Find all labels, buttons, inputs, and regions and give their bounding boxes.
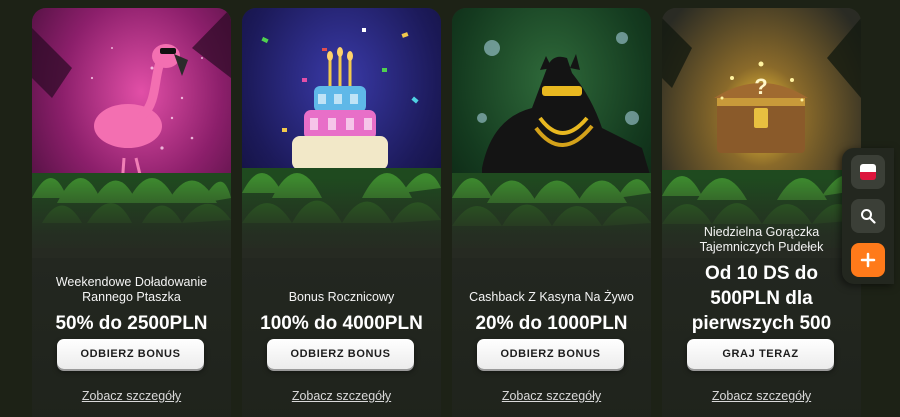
plus-icon <box>860 252 876 268</box>
claim-bonus-button[interactable]: ODBIERZ BONUS <box>57 339 204 369</box>
add-button[interactable] <box>851 243 885 277</box>
promo-subtitle: Weekendowe Doładowanie Rannego Ptaszka <box>55 275 208 304</box>
promo-subtitle: Bonus Rocznicowy <box>288 290 395 304</box>
see-details-link[interactable]: Zobacz szczegóły <box>452 389 651 403</box>
see-details-link[interactable]: Zobacz szczegóły <box>242 389 441 403</box>
promotions-grid: Weekendowe Doładowanie Rannego Ptaszka 5… <box>0 0 900 417</box>
promo-headline: 50% do 2500PLN <box>55 313 208 334</box>
play-now-button[interactable]: GRAJ TERAZ <box>687 339 834 369</box>
promo-subtitle: Cashback Z Kasyna Na Żywo <box>469 290 634 304</box>
search-button[interactable] <box>851 199 885 233</box>
see-details-link[interactable]: Zobacz szczegóły <box>32 389 231 403</box>
search-icon <box>861 209 876 224</box>
claim-bonus-button[interactable]: ODBIERZ BONUS <box>477 339 624 369</box>
promo-headline: 100% do 4000PLN <box>260 313 423 334</box>
promo-card-live-cashback: Cashback Z Kasyna Na Żywo 20% do 1000PLN… <box>452 8 651 417</box>
promo-subtitle: Niedzielna Gorączka Tajemniczych Pudełek <box>699 225 824 254</box>
claim-bonus-button[interactable]: ODBIERZ BONUS <box>267 339 414 369</box>
side-action-panel <box>842 148 894 284</box>
promo-card-anniversary: Bonus Rocznicowy 100% do 4000PLN ODBIERZ… <box>242 8 441 417</box>
language-selector-button[interactable] <box>851 155 885 189</box>
promo-text: Cashback Z Kasyna Na Żywo 20% do 1000PLN <box>462 218 641 338</box>
promo-headline: Od 10 DS do 500PLN dla pierwszych 500 <box>691 263 832 334</box>
see-details-link[interactable]: Zobacz szczegóły <box>662 389 861 403</box>
promo-text: Niedzielna Gorączka Tajemniczych Pudełek… <box>672 218 851 338</box>
promo-headline: 20% do 1000PLN <box>475 313 628 334</box>
promo-card-mystery-box: ? Niedzielna Gorączka Tajemniczych Pudeł… <box>662 8 861 417</box>
svg-text:?: ? <box>754 74 767 99</box>
promo-card-early-bird: Weekendowe Doładowanie Rannego Ptaszka 5… <box>32 8 231 417</box>
promo-text: Weekendowe Doładowanie Rannego Ptaszka 5… <box>42 218 221 338</box>
poland-flag-icon <box>860 164 876 180</box>
promo-text: Bonus Rocznicowy 100% do 4000PLN <box>252 218 431 338</box>
